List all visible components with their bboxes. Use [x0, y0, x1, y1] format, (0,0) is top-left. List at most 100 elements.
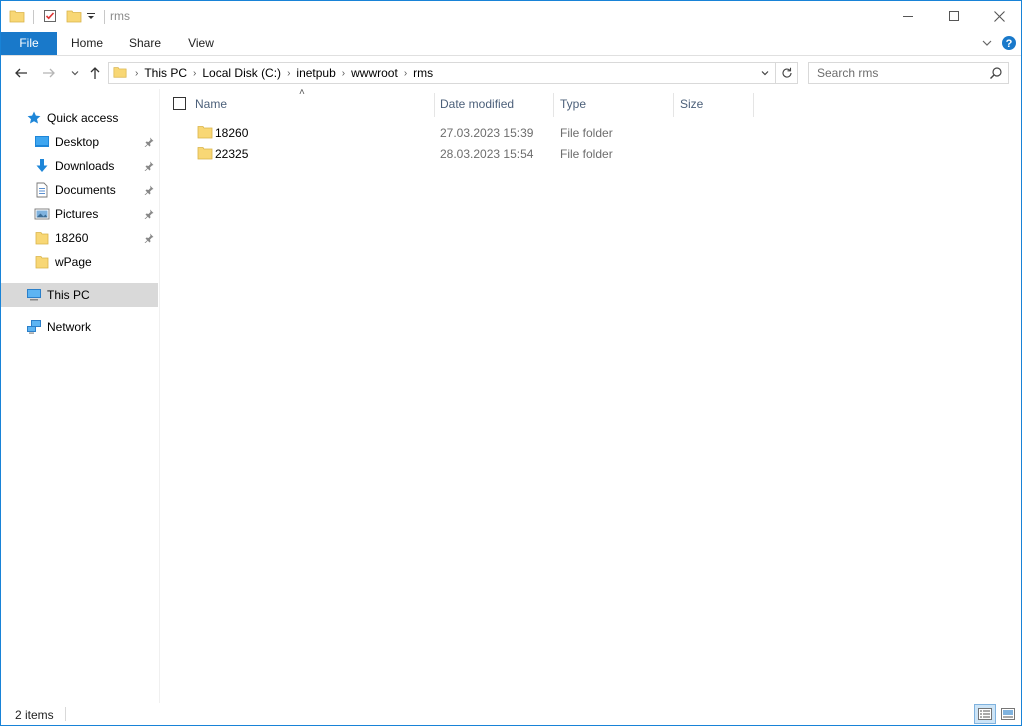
arrow-right-icon [43, 68, 55, 78]
file-date-modified: 27.03.2023 15:39 [440, 126, 534, 140]
ribbon-controls: ? [981, 35, 1017, 54]
large-icons-view-button[interactable] [997, 704, 1019, 724]
customize-toolbar-icon[interactable] [86, 10, 96, 24]
forward-button[interactable] [39, 63, 59, 83]
arrow-up-icon [90, 67, 100, 79]
file-type: File folder [560, 126, 613, 140]
chevron-right-icon[interactable]: › [191, 68, 198, 79]
close-button[interactable] [976, 1, 1022, 31]
breadcrumb-item[interactable]: This PC [140, 66, 191, 80]
quick-access-toolbar [9, 7, 113, 27]
nav-item-documents[interactable]: Documents [1, 178, 158, 202]
pin-icon[interactable] [144, 136, 154, 150]
column-divider[interactable] [434, 93, 435, 117]
pin-icon[interactable] [144, 208, 154, 222]
folder-icon [113, 65, 127, 82]
details-view-button[interactable] [974, 704, 996, 724]
select-all-checkbox[interactable] [173, 97, 186, 110]
properties-icon[interactable] [42, 8, 58, 27]
file-date-modified: 28.03.2023 15:54 [440, 147, 534, 161]
pictures-icon [34, 206, 50, 222]
network-icon [26, 319, 42, 335]
item-count: 2 items [15, 708, 54, 722]
large-icons-view-icon [1001, 708, 1015, 720]
minimize-icon [903, 16, 913, 17]
nav-item-desktop[interactable]: Desktop [1, 130, 158, 154]
tab-file[interactable]: File [1, 32, 57, 55]
pin-icon[interactable] [144, 232, 154, 246]
nav-item-pictures[interactable]: Pictures [1, 202, 158, 226]
address-bar[interactable]: › This PC › Local Disk (C:) › inetpub › … [108, 62, 776, 84]
nav-item-label: 18260 [55, 231, 89, 245]
column-header-date-modified[interactable]: Date modified [440, 91, 514, 117]
column-divider[interactable] [553, 93, 554, 117]
breadcrumb-item[interactable]: Local Disk (C:) [198, 66, 285, 80]
address-dropdown-button[interactable] [755, 63, 775, 83]
column-divider[interactable] [673, 93, 674, 117]
tab-view[interactable]: View [177, 32, 225, 55]
nav-item-label: Desktop [55, 135, 100, 149]
close-icon [993, 10, 1005, 22]
search-icon[interactable] [989, 66, 1003, 83]
nav-item-label: Network [47, 320, 92, 334]
nav-item-this-pc[interactable]: This PC [1, 283, 158, 307]
table-row[interactable]: 18260 27.03.2023 15:39 File folder [161, 122, 1021, 143]
file-name: 18260 [215, 126, 249, 140]
folder-icon [34, 230, 50, 246]
file-explorer-window: rms File Home Share View ? › This PC › L… [0, 0, 1022, 726]
search-box[interactable]: Search rms [808, 62, 1009, 84]
file-name: 22325 [215, 147, 249, 161]
column-divider[interactable] [753, 93, 754, 117]
nav-item-downloads[interactable]: Downloads [1, 154, 158, 178]
nav-item-18260[interactable]: 18260 [1, 226, 158, 250]
file-list: ˄ Name Date modified Type Size 18260 27.… [161, 87, 1021, 703]
folder-icon [197, 124, 213, 143]
pin-icon[interactable] [144, 184, 154, 198]
chevron-down-icon [761, 71, 769, 76]
recent-locations-button[interactable] [65, 63, 85, 83]
documents-icon [34, 182, 50, 198]
column-header-name[interactable]: Name [195, 91, 227, 117]
breadcrumb-item[interactable]: rms [409, 66, 437, 80]
expand-ribbon-button[interactable] [981, 37, 993, 52]
minimize-button[interactable] [885, 1, 931, 31]
folder-icon [9, 8, 25, 27]
column-header-size[interactable]: Size [680, 91, 703, 117]
tab-share[interactable]: Share [119, 32, 171, 55]
chevron-right-icon[interactable]: › [133, 68, 140, 79]
toolbar-divider [33, 10, 34, 24]
refresh-icon [781, 67, 792, 78]
folder-icon [197, 145, 213, 164]
nav-item-label: Downloads [55, 159, 115, 173]
file-type: File folder [560, 147, 613, 161]
toolbar-divider [104, 10, 105, 24]
navigation-bar: › This PC › Local Disk (C:) › inetpub › … [1, 57, 1021, 89]
column-header-type[interactable]: Type [560, 91, 586, 117]
chevron-right-icon[interactable]: › [340, 68, 347, 79]
search-input[interactable]: Search rms [817, 66, 878, 80]
breadcrumb-item[interactable]: inetpub [292, 66, 339, 80]
nav-quick-access[interactable]: Quick access [1, 106, 158, 130]
folder-icon [34, 254, 50, 270]
refresh-button[interactable] [776, 62, 798, 84]
nav-item-label: Documents [55, 183, 116, 197]
table-row[interactable]: 22325 28.03.2023 15:54 File folder [161, 143, 1021, 164]
help-button[interactable]: ? [1001, 35, 1017, 54]
nav-item-label: Pictures [55, 207, 99, 221]
back-button[interactable] [11, 63, 31, 83]
desktop-icon [34, 134, 50, 150]
svg-text:?: ? [1006, 38, 1013, 50]
pin-icon[interactable] [144, 160, 154, 174]
chevron-right-icon[interactable]: › [285, 68, 292, 79]
up-button[interactable] [85, 63, 105, 83]
nav-item-network[interactable]: Network [1, 315, 158, 339]
maximize-button[interactable] [931, 1, 977, 31]
tab-home[interactable]: Home [61, 32, 113, 55]
breadcrumb: › This PC › Local Disk (C:) › inetpub › … [113, 63, 437, 83]
chevron-right-icon[interactable]: › [402, 68, 409, 79]
breadcrumb-item[interactable]: wwwroot [347, 66, 402, 80]
downloads-icon [34, 158, 50, 174]
new-folder-icon[interactable] [66, 8, 82, 27]
nav-item-wpage[interactable]: wPage [1, 250, 158, 274]
nav-item-label: This PC [47, 288, 90, 302]
